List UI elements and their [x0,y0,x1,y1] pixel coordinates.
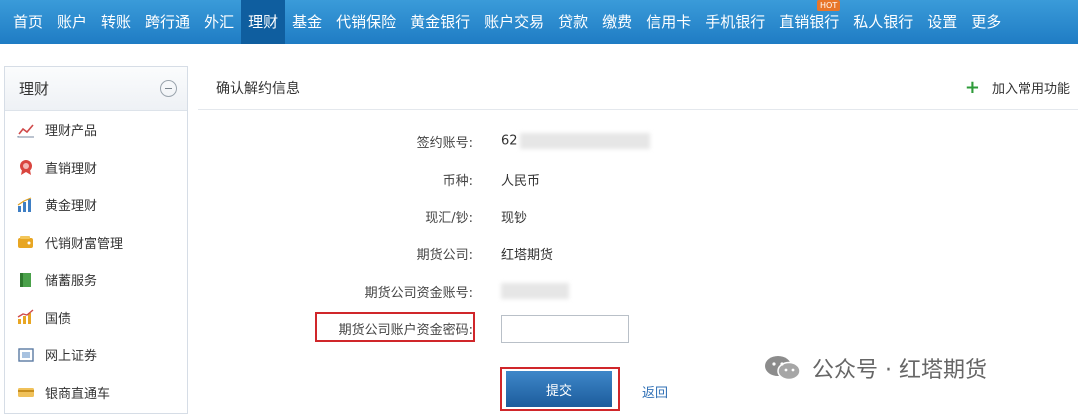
plus-icon: + [964,76,980,98]
nav-item-direct-bank[interactable]: 直销银行 HOT [772,0,846,44]
sidebar-item-treasury-bonds[interactable]: 国债 [5,299,187,337]
growth-chart-icon [17,309,35,325]
redacted-block [501,283,569,299]
fund-account-value [501,283,569,299]
nav-item-account-trading[interactable]: 账户交易 [477,0,551,44]
nav-item-fund[interactable]: 基金 [285,0,329,44]
add-favorite-button[interactable]: + 加入常用功能 [965,78,1078,97]
badge-icon [17,159,35,176]
nav-item-loan[interactable]: 贷款 [551,0,595,44]
account-value-text: 62 [501,133,518,149]
sidebar-item-label: 理财产品 [45,124,98,140]
sidebar: 理财 理财产品 直销理财 黄金理财 代销财富管理 储蓄服务 国债 网上证券 银商… [4,66,188,414]
form-row-account: 签约账号: 62 [198,128,838,154]
main-header: 确认解约信息 + 加入常用功能 [198,66,1078,110]
sidebar-item-direct-wealth[interactable]: 直销理财 [5,149,187,187]
nav-item-credit-card[interactable]: 信用卡 [639,0,698,44]
wallet-icon [17,234,35,250]
hot-badge: HOT [817,0,841,11]
page-title: 确认解约信息 [216,80,300,97]
sidebar-item-label: 直销理财 [45,161,98,177]
company-value: 红塔期货 [501,247,554,263]
sidebar-item-savings[interactable]: 储蓄服务 [5,261,187,299]
bar-chart-icon [17,197,35,213]
currency-label: 币种: [442,173,473,189]
highlight-box-password-label [315,312,475,342]
nav-item-mobile-bank[interactable]: 手机银行 [698,0,772,44]
add-favorite-label: 加入常用功能 [991,82,1070,97]
top-navigation: 首页 账户 转账 跨行通 外汇 理财 基金 代销保险 黄金银行 账户交易 贷款 … [0,0,1078,44]
sidebar-item-label: 银商直通车 [45,386,111,402]
currency-value: 人民币 [501,173,541,189]
sidebar-item-wealth-products[interactable]: 理财产品 [5,111,187,149]
nav-item-payment[interactable]: 缴费 [595,0,639,44]
sidebar-item-gold-wealth[interactable]: 黄金理财 [5,186,187,224]
watermark: 公众号 · 红塔期货 [764,352,987,384]
account-value: 62 [501,133,650,149]
sidebar-item-online-securities[interactable]: 网上证券 [5,336,187,374]
nav-item-wealth[interactable]: 理财 [241,0,286,44]
wechat-logo-icon [764,354,802,382]
fund-account-label: 期货公司资金账号: [364,285,473,301]
nav-item-forex[interactable]: 外汇 [197,0,241,44]
book-icon [17,272,35,288]
form-row-cash: 现汇/钞: 现钞 [198,203,838,229]
nav-item-more[interactable]: 更多 [964,0,1008,44]
monitor-icon [17,347,35,363]
form-row-company: 期货公司: 红塔期货 [198,240,838,266]
nav-item-transfer[interactable]: 转账 [94,0,138,44]
fund-password-input[interactable] [501,315,629,343]
watermark-text: 公众号 · 红塔期货 [812,358,987,383]
nav-item-insurance[interactable]: 代销保险 [329,0,403,44]
sidebar-title: 理财 [19,80,50,98]
cash-label: 现汇/钞: [425,210,473,226]
nav-item-gold[interactable]: 黄金银行 [403,0,477,44]
cash-value: 现钞 [501,210,528,226]
nav-item-account[interactable]: 账户 [50,0,94,44]
card-icon [17,384,35,400]
sidebar-item-wealth-management[interactable]: 代销财富管理 [5,224,187,262]
redacted-block [519,133,650,149]
sidebar-header: 理财 [5,67,187,111]
account-label: 签约账号: [416,135,473,151]
sidebar-item-label: 黄金理财 [45,199,98,215]
sidebar-item-bank-securities-link[interactable]: 银商直通车 [5,374,187,412]
company-label: 期货公司: [416,247,473,263]
nav-item-home[interactable]: 首页 [6,0,50,44]
collapse-icon[interactable] [160,80,177,97]
nav-item-direct-bank-label: 直销银行 [779,13,840,31]
nav-item-interbank[interactable]: 跨行通 [138,0,197,44]
nav-item-private-bank[interactable]: 私人银行 [846,0,920,44]
submit-button[interactable]: 提交 [506,371,612,407]
sidebar-item-label: 代销财富管理 [45,236,124,252]
nav-item-settings[interactable]: 设置 [920,0,964,44]
sidebar-item-label: 网上证券 [45,349,98,365]
form-row-fund-account: 期货公司资金账号: [198,278,838,304]
sidebar-item-label: 国债 [45,311,72,327]
back-link[interactable]: 返回 [642,382,668,401]
form-row-currency: 币种: 人民币 [198,166,838,192]
sidebar-item-label: 储蓄服务 [45,274,98,290]
chart-line-icon [17,122,35,138]
